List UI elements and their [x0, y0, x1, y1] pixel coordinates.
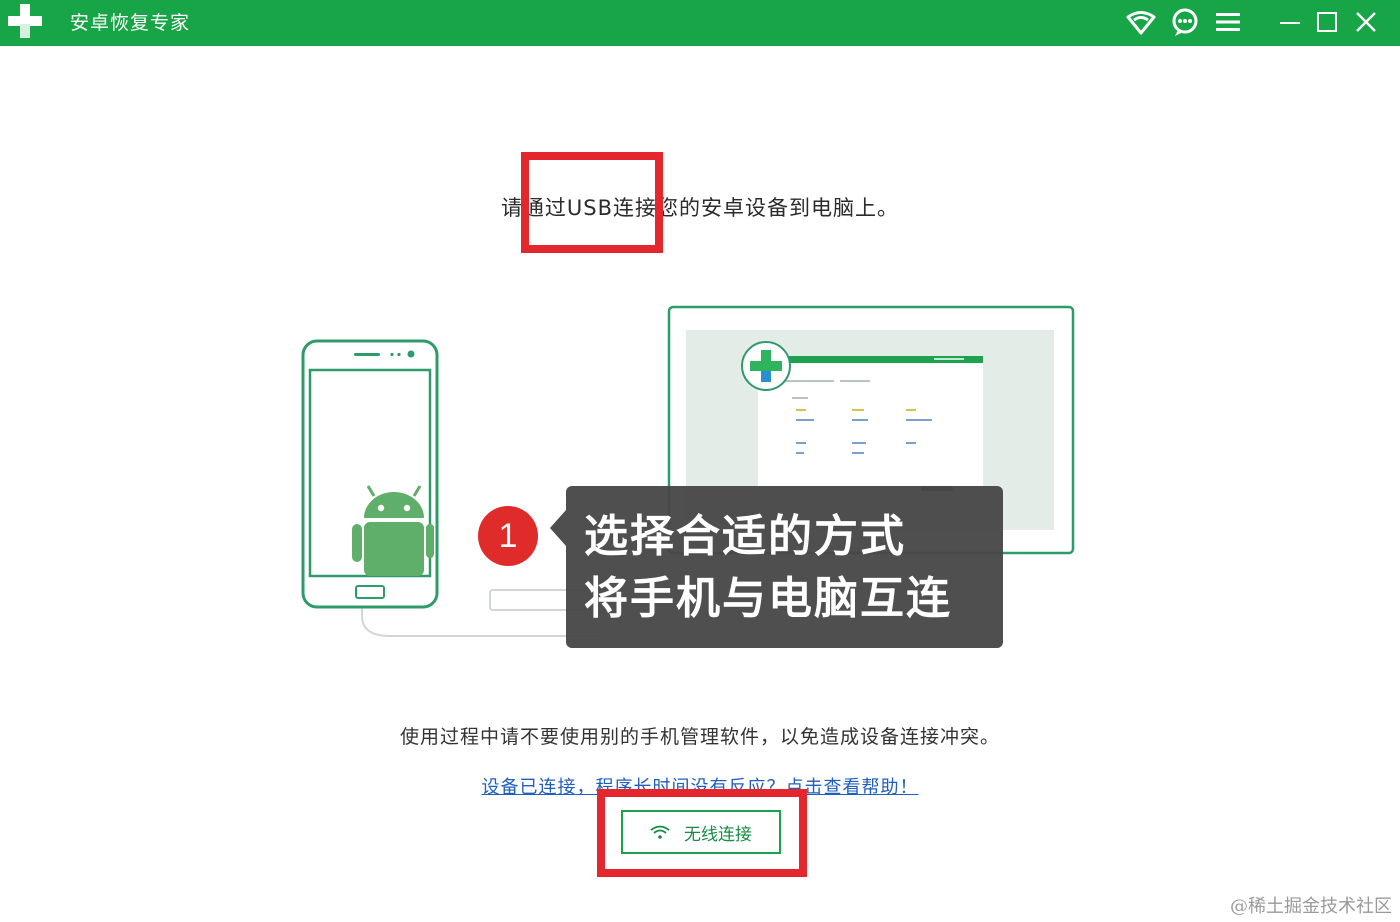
callout-line-1: 选择合适的方式 — [584, 511, 906, 562]
callout-line-2: 将手机与电脑互连 — [584, 573, 952, 624]
maximize-icon[interactable] — [1311, 6, 1343, 38]
conflict-notice-text: 使用过程中请不要使用别的手机管理软件，以免造成设备连接冲突。 — [399, 726, 1000, 748]
usb-instruction-text: 请通过USB连接您的安卓设备到电脑上。 — [500, 196, 900, 220]
highlight-box-usb — [521, 152, 663, 253]
android-phone-illustration — [301, 339, 439, 609]
app-logo-icon — [8, 4, 42, 38]
minimize-icon[interactable] — [1274, 6, 1306, 38]
app-title: 安卓恢复专家 — [70, 12, 191, 34]
close-icon[interactable] — [1350, 6, 1382, 38]
menu-icon[interactable] — [1212, 6, 1244, 38]
chat-icon[interactable] — [1169, 6, 1201, 38]
callout-tooltip: 选择合适的方式 将手机与电脑互连 — [550, 486, 1003, 648]
callout-arrow — [550, 510, 566, 546]
step-number-badge: 1 — [478, 506, 538, 566]
wifi-icon[interactable] — [1125, 6, 1157, 38]
title-bar: 安卓恢复专家 — [0, 0, 1400, 46]
watermark: @稀土掘金技术社区 — [1230, 896, 1392, 917]
highlight-box-wireless — [597, 789, 807, 877]
